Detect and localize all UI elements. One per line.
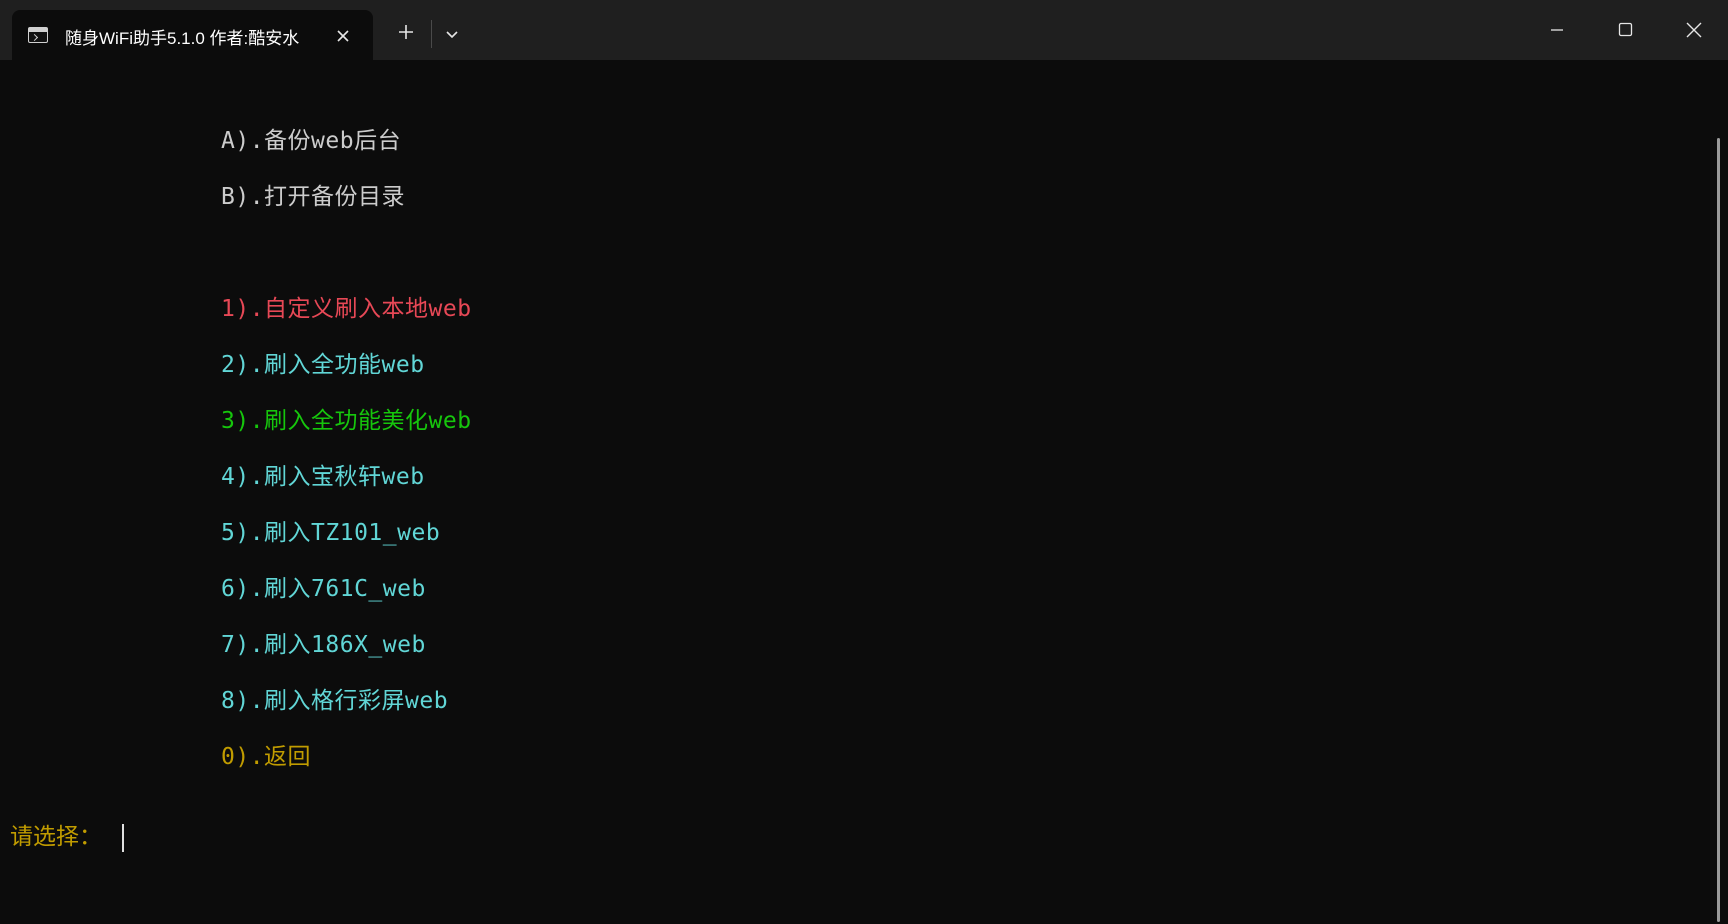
plus-icon: [399, 25, 413, 39]
terminal-icon: [28, 27, 48, 43]
menu-item: 2).刷入全功能web: [221, 352, 425, 378]
close-icon: [337, 30, 349, 42]
maximize-icon: [1618, 22, 1633, 37]
chevron-down-icon: [446, 31, 458, 39]
tab-active[interactable]: 随身WiFi助手5.1.0 作者:酷安水: [12, 10, 373, 60]
close-icon: [1686, 22, 1702, 38]
close-window-button[interactable]: [1665, 8, 1723, 52]
tab-title: 随身WiFi助手5.1.0 作者:酷安水: [65, 29, 300, 48]
menu-item: 8).刷入格行彩屏web: [221, 688, 449, 714]
menu-item: A).备份web后台: [221, 128, 402, 154]
maximize-button[interactable]: [1596, 8, 1654, 52]
tab-separator: [431, 20, 432, 48]
scrollbar-thumb[interactable]: [1717, 138, 1720, 922]
selection-prompt: 请选择：: [10, 824, 102, 850]
title-bar: 随身WiFi助手5.1.0 作者:酷安水: [0, 0, 1728, 60]
menu-item: 4).刷入宝秋轩web: [221, 464, 425, 490]
new-tab-button[interactable]: [392, 18, 420, 46]
tab-close-button[interactable]: [330, 23, 356, 49]
menu-item: 0).返回: [221, 744, 312, 770]
menu-item: 1).自定义刷入本地web: [221, 296, 472, 322]
menu-item: 7).刷入186X_web: [221, 632, 426, 658]
menu-item: 5).刷入TZ101_web: [221, 520, 441, 546]
menu-item: B).打开备份目录: [221, 184, 406, 210]
terminal-output[interactable]: A).备份web后台 B).打开备份目录 1).自定义刷入本地web 2).刷入全功能…: [0, 60, 1715, 924]
menu-item: 6).刷入761C_web: [221, 576, 426, 602]
minimize-button[interactable]: [1528, 8, 1586, 52]
text-cursor[interactable]: [122, 824, 124, 852]
menu-item: 3).刷入全功能美化web: [221, 408, 472, 434]
terminal-window: 随身WiFi助手5.1.0 作者:酷安水 A).备份web后台 B).打开备份目…: [0, 0, 1728, 924]
tab-dropdown-button[interactable]: [438, 20, 466, 48]
minimize-icon: [1551, 29, 1563, 31]
